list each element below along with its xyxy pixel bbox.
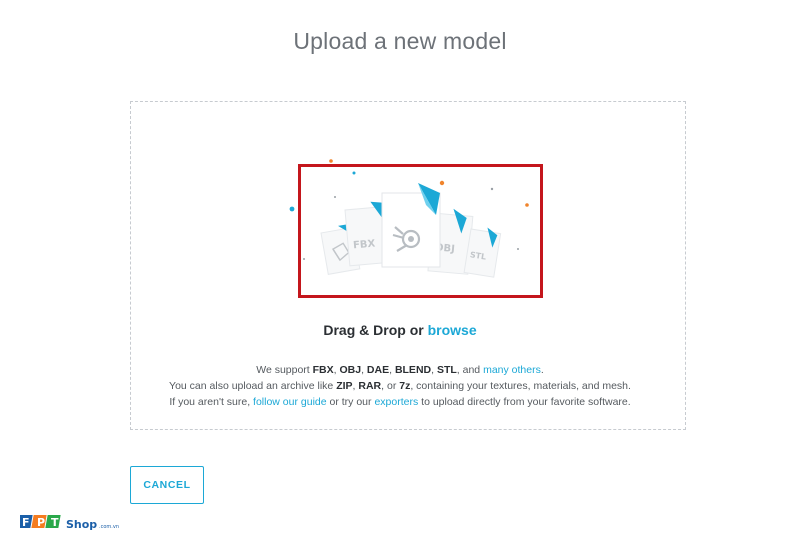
info-text: If you aren't sure, [169,396,254,408]
info-text: You can also upload an archive like [169,380,337,392]
page-title: Upload a new model [293,28,507,54]
upload-info: We support FBX, OBJ, DAE, BLEND, STL, an… [0,362,800,410]
svg-text:T: T [51,516,59,529]
watermark-brand: Shop [66,518,97,531]
fptshop-watermark-logo: F P T Shop .com.vn [20,515,119,531]
format-dae: DAE [366,364,390,376]
info-text: , containing your textures, materials, a… [410,380,631,392]
decor-dot [289,206,295,212]
svg-text:P: P [37,516,45,529]
format-blend: BLEND [394,364,432,376]
info-text: to upload directly from your favorite so… [418,396,631,408]
format-obj: OBJ [339,364,362,376]
info-text: , and [456,364,484,376]
archive-line: You can also upload an archive like ZIP,… [0,378,800,394]
browse-link[interactable]: browse [428,322,477,338]
cancel-button[interactable]: CANCEL [130,466,204,504]
format-7z: 7z [399,380,411,392]
info-text: We support [256,364,313,376]
watermark-domain: .com.vn [99,524,119,530]
info-text: , or [381,380,400,392]
illustration-highlight-frame [298,164,543,298]
guide-line: If you aren't sure, follow our guide or … [0,394,800,410]
exporters-link[interactable]: exporters [374,396,418,408]
svg-text:F: F [22,516,30,529]
format-zip: ZIP [336,380,353,392]
drag-drop-text: Drag & Drop or [323,322,424,338]
format-fbx: FBX [312,364,334,376]
format-stl: STL [436,364,457,376]
decor-dot [329,159,333,163]
drag-drop-line: Drag & Drop or browse [0,322,800,338]
follow-guide-link[interactable]: follow our guide [253,396,327,408]
info-text: or try our [326,396,375,408]
format-rar: RAR [358,380,382,392]
many-others-link[interactable]: many others [483,364,541,376]
supported-formats-line: We support FBX, OBJ, DAE, BLEND, STL, an… [0,362,800,378]
info-text: . [540,364,544,376]
